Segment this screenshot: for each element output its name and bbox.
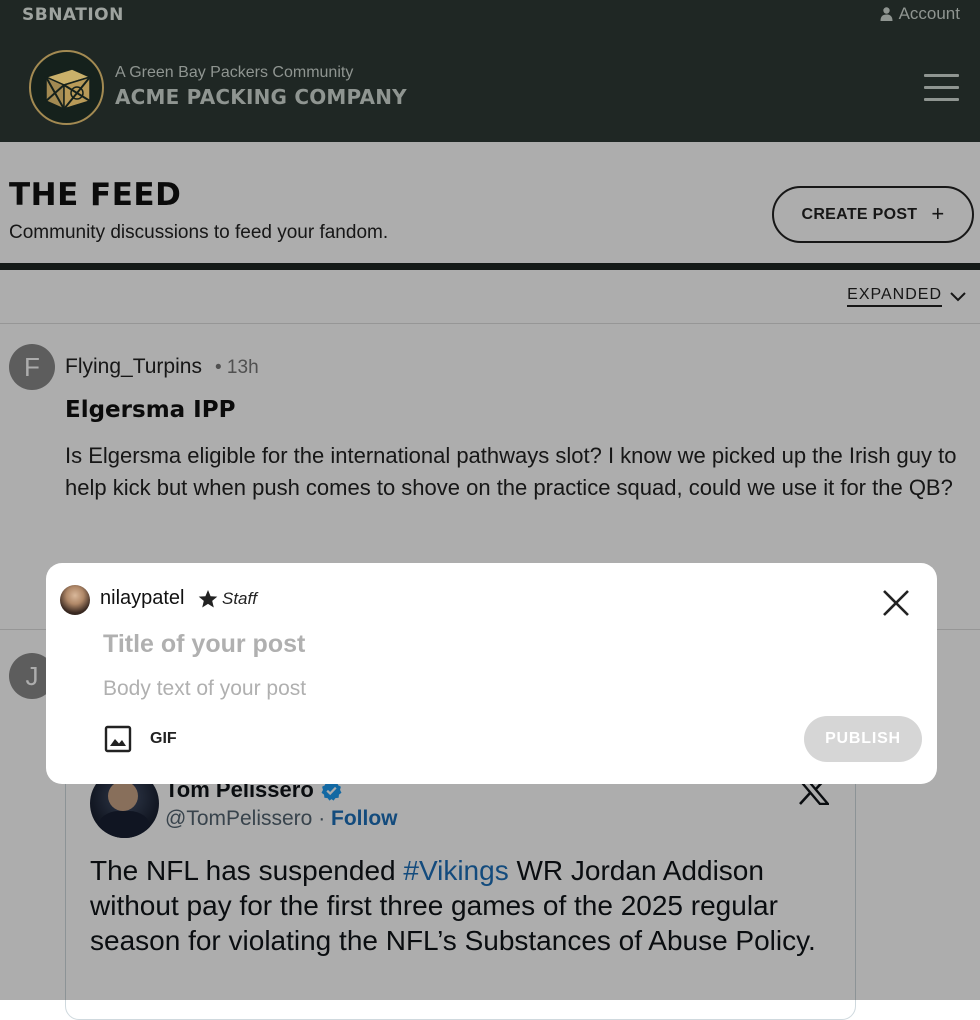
site-name[interactable]: ACME PACKING COMPANY <box>115 85 407 109</box>
menu-line <box>924 98 959 101</box>
image-icon[interactable] <box>102 723 134 755</box>
gif-button[interactable]: GIF <box>150 730 177 748</box>
menu-line <box>924 86 959 89</box>
staff-badge: Staff <box>198 589 257 609</box>
account-link[interactable]: Account <box>880 4 960 24</box>
user-icon <box>880 7 893 21</box>
community-tagline: A Green Bay Packers Community <box>115 64 354 81</box>
menu-icon[interactable] <box>924 74 959 101</box>
staff-label: Staff <box>222 589 257 608</box>
post-body-input[interactable] <box>101 671 801 707</box>
site-logo[interactable] <box>29 50 104 125</box>
publish-button[interactable]: PUBLISH <box>804 716 922 762</box>
composer-username: nilaypatel <box>100 587 185 609</box>
account-label: Account <box>898 4 960 23</box>
menu-line <box>924 74 959 77</box>
avatar <box>60 585 90 615</box>
site-header: SBNATION Account A Green Bay Packers Com… <box>0 0 980 142</box>
post-title-input[interactable] <box>101 625 801 663</box>
close-icon[interactable] <box>881 588 911 618</box>
post-composer-modal: nilaypatel Staff GIF PUBLISH <box>46 563 937 784</box>
sbnation-logo[interactable]: SBNATION <box>22 5 124 25</box>
crate-logo-icon <box>43 67 92 110</box>
star-icon <box>198 590 218 608</box>
